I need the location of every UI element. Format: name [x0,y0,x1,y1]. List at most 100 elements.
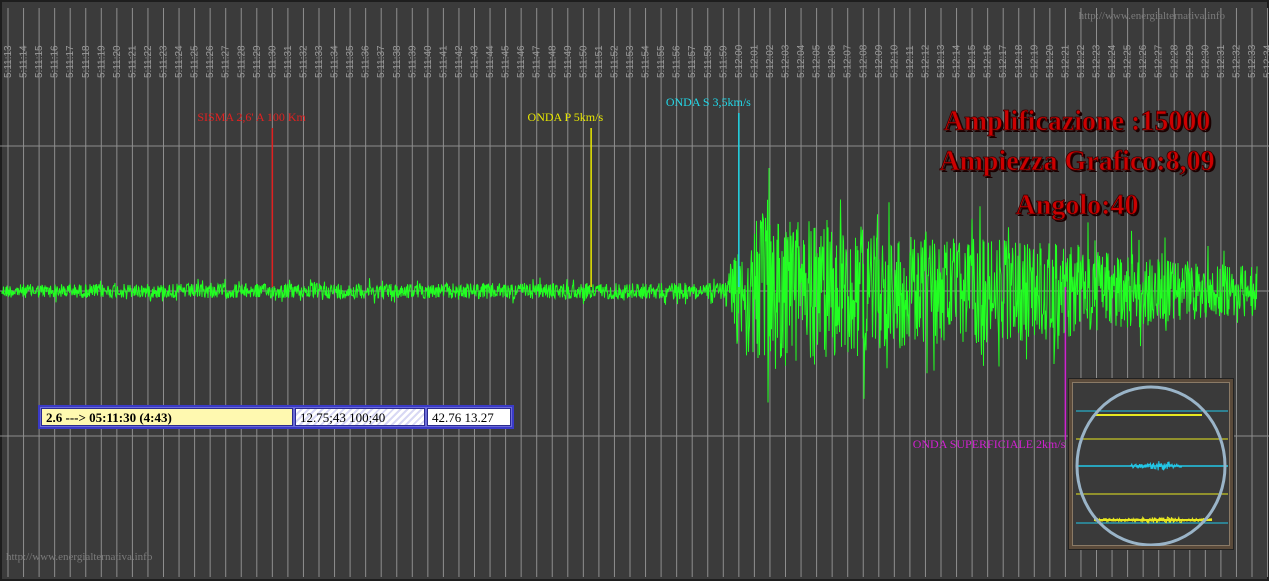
time-tick-label: 5:12:07 [843,44,854,78]
time-tick-label: 5:11:20 [112,45,123,78]
time-tick-label: 5:11:32 [298,45,309,78]
scope-trace-cyan [1129,461,1183,471]
time-tick-label: 5:12:09 [874,44,885,78]
time-tick-label: 5:11:37 [376,45,387,78]
time-tick-label: 5:11:45 [501,45,512,78]
time-tick-label: 5:11:15 [34,45,45,78]
oscilloscope-panel [1069,379,1233,549]
time-tick-label: 5:12:21 [1060,44,1071,78]
watermark-top: http://www.energialternativa.info [1078,10,1225,22]
time-tick-label: 5:12:03 [781,44,792,78]
event-coordinates: 12.75;43 100;40 [295,408,425,426]
time-tick-label: 5:11:49 [563,45,574,78]
time-tick-label: 5:12:17 [998,44,1009,78]
time-tick-label: 5:11:34 [330,45,341,78]
time-tick-label: 5:11:38 [392,45,403,78]
time-tick-label: 5:11:56 [672,45,683,78]
time-tick-label: 5:11:28 [236,45,247,78]
time-tick-label: 5:12:05 [812,44,823,78]
time-tick-label: 5:11:26 [205,45,216,78]
time-tick-label: 5:11:29 [252,45,263,78]
time-tick-label: 5:12:28 [1169,44,1180,78]
time-tick-label: 5:12:29 [1185,44,1196,78]
time-tick-label: 5:12:00 [734,44,745,78]
watermark-bottom: http://www.energialternativa.info [6,551,153,563]
time-tick-label: 5:11:30 [267,45,278,78]
time-tick-label: 5:12:24 [1107,44,1118,78]
time-tick-label: 5:11:33 [314,45,325,78]
time-tick-label: 5:11:48 [547,45,558,78]
oscilloscope-display [1075,385,1228,546]
time-tick-label: 5:12:10 [889,44,900,78]
time-tick-label: 5:11:35 [345,45,356,78]
time-tick-label: 5:12:04 [796,44,807,78]
time-tick-label: 5:11:22 [143,45,154,78]
parameter-annotation: Amplificazione :15000Amplificazione :150… [943,106,1212,139]
time-tick-label: 5:12:02 [765,44,776,78]
time-tick-label: 5:12:22 [1076,44,1087,78]
time-tick-label: 5:12:26 [1138,44,1149,78]
time-tick-label: 5:11:40 [423,45,434,78]
time-tick-label: 5:12:14 [952,44,963,78]
time-tick-label: 5:11:41 [438,45,449,78]
time-tick-label: 5:11:36 [361,45,372,78]
time-tick-label: 5:11:58 [703,45,714,78]
time-tick-label: 5:11:54 [641,45,652,78]
time-tick-label: 5:12:08 [858,44,869,78]
time-tick-label: 5:12:19 [1029,44,1040,78]
seismograph-window: 5:11:13 5:11:14 5:11:15 5:11:16 5:11:17 5:11:… [0,0,1269,581]
time-tick-label: 5:11:39 [407,45,418,78]
event-info-panel: 2.6 ---> 05:11:30 (4:43) 12.75;43 100;40… [38,405,514,429]
time-tick-label: 5:12:27 [1154,44,1165,78]
time-tick-label: 5:12:16 [983,44,994,78]
time-tick-label: 5:12:06 [827,44,838,78]
time-tick-label: 5:11:31 [283,45,294,78]
time-tick-label: 5:12:34 [1263,44,1269,78]
time-tick-label: 5:11:43 [470,45,481,78]
time-tick-label: 5:11:47 [532,45,543,78]
time-tick-label: 5:11:50 [578,45,589,78]
arrival-marker-label: ONDA S 3,5km/s [666,95,751,109]
time-tick-label: 5:12:32 [1231,44,1242,78]
time-tick-label: 5:11:13 [3,45,14,78]
time-tick-label: 5:11:57 [687,45,698,78]
time-tick-label: 5:11:42 [454,45,465,78]
time-tick-label: 5:12:20 [1045,44,1056,78]
time-tick-label: 5:11:18 [81,45,92,78]
parameter-annotation: Ampiezza Grafico:8,09Ampiezza Grafico:8,… [939,146,1217,179]
annotation-text: Angolo:40 [1016,190,1139,221]
time-tick-label: 5:12:01 [749,44,760,78]
time-tick-label: 5:12:31 [1216,44,1227,78]
arrival-marker-label: ONDA P 5km/s [528,110,604,124]
time-tick-label: 5:11:53 [625,45,636,78]
time-tick-label: 5:11:55 [656,45,667,78]
event-location: 42.76 13.27 [427,408,511,426]
time-tick-label: 5:11:24 [174,45,185,78]
time-tick-label: 5:11:14 [19,45,30,78]
time-tick-label: 5:12:33 [1247,44,1258,78]
time-tick-label: 5:12:25 [1123,44,1134,78]
parameter-annotation: Angolo:40Angolo:40 [1015,190,1140,223]
time-tick-label: 5:11:51 [594,45,605,78]
time-tick-label: 5:12:11 [905,45,916,78]
time-tick-label: 5:12:13 [936,44,947,78]
time-tick-label: 5:11:25 [190,45,201,78]
time-tick-label: 5:11:17 [65,45,76,78]
time-tick-label: 5:11:19 [96,45,107,78]
time-tick-label: 5:11:23 [159,45,170,78]
time-tick-label: 5:11:46 [516,45,527,78]
time-tick-label: 5:11:27 [221,45,232,78]
annotation-text: Amplificazione :15000 [944,106,1211,137]
time-tick-label: 5:12:12 [920,44,931,78]
arrival-marker-label: ONDA SUPERFICIALE 2km/s [913,437,1066,451]
time-tick-label: 5:12:30 [1200,44,1211,78]
time-tick-label: 5:12:23 [1092,44,1103,78]
time-tick-label: 5:11:16 [50,45,61,78]
annotation-text: Ampiezza Grafico:8,09 [939,146,1214,177]
time-tick-label: 5:12:18 [1014,44,1025,78]
time-tick-label: 5:11:52 [609,45,620,78]
event-magnitude-time: 2.6 ---> 05:11:30 (4:43) [41,408,293,426]
time-tick-label: 5:11:21 [127,45,138,78]
arrival-marker-label: SISMA 2,6' A 100 Km [197,110,306,124]
time-tick-label: 5:12:15 [967,44,978,78]
